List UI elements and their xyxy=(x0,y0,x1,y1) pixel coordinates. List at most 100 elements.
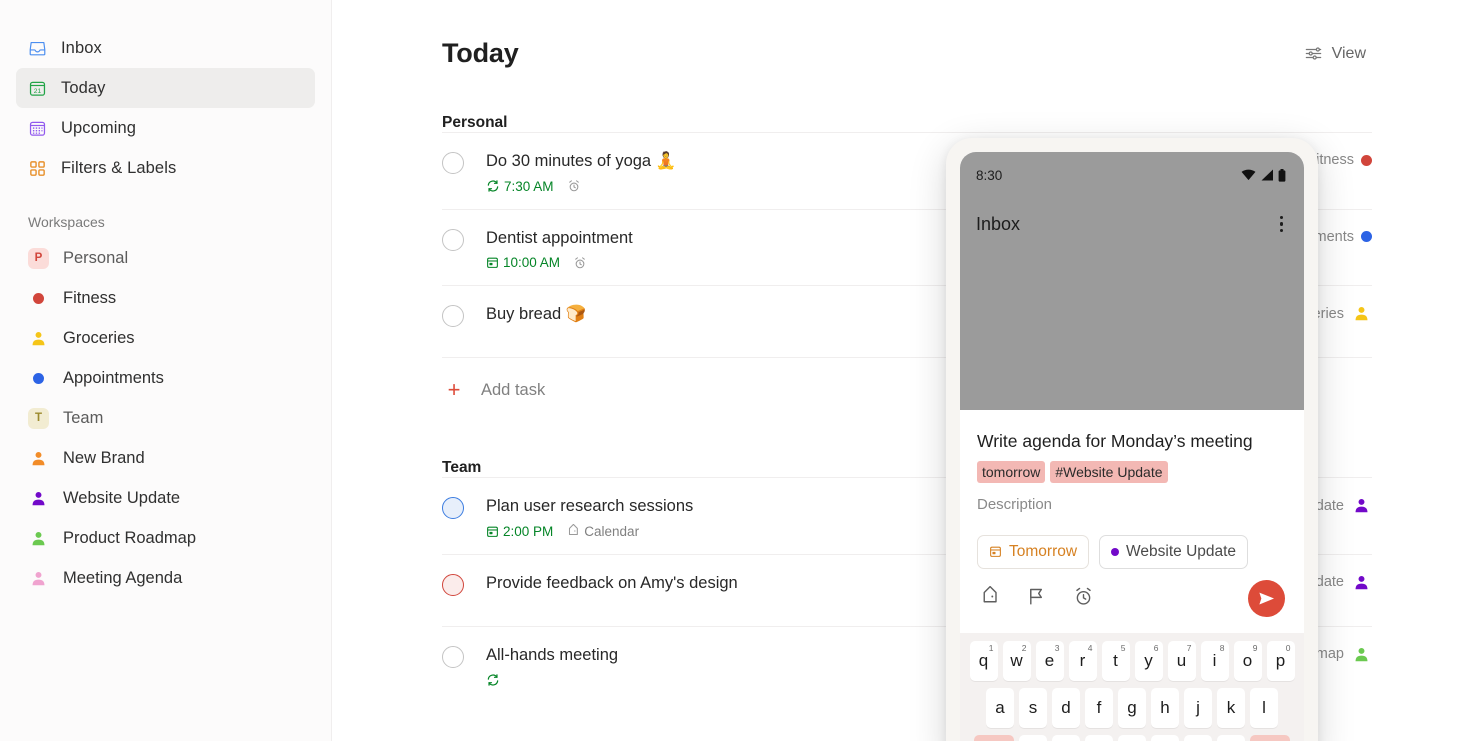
key-h[interactable]: h xyxy=(1151,688,1179,728)
signal-icon xyxy=(1261,169,1273,181)
phone-status-bar: 8:30 xyxy=(960,152,1304,198)
key-label: k xyxy=(1226,698,1236,717)
reminder-alarm-icon[interactable] xyxy=(1073,586,1094,607)
key-m[interactable]: m xyxy=(1217,735,1245,741)
key-f[interactable]: f xyxy=(1085,688,1113,728)
sidebar-item-upcoming[interactable]: Upcoming xyxy=(16,108,315,148)
calendar-icon xyxy=(487,257,498,269)
keyboard-row-3: ⇧ zxcvbnm ⌫ xyxy=(960,735,1304,741)
task-checkbox[interactable] xyxy=(442,152,464,174)
key-t[interactable]: 5t xyxy=(1101,641,1130,681)
task-checkbox[interactable] xyxy=(442,573,464,596)
key-w[interactable]: 2w xyxy=(1002,641,1031,681)
chip-date[interactable]: Tomorrow xyxy=(977,534,1090,569)
attribute-chips: Tomorrow Website Update xyxy=(977,534,1287,569)
person-icon xyxy=(1355,647,1368,662)
upcoming-calendar-icon xyxy=(29,121,46,136)
workspace-avatar: P xyxy=(28,247,49,269)
chip-project[interactable]: Website Update xyxy=(1099,534,1249,569)
overflow-menu-icon[interactable] xyxy=(1276,212,1288,237)
person-icon xyxy=(32,491,45,505)
task-group-title: Personal xyxy=(442,114,508,131)
on-screen-keyboard[interactable]: 1q2w3e4r5t6y7u8i9o0p asdfghjkl ⇧zxcvbnm⌫ xyxy=(960,633,1304,741)
sidebar-item-website-update[interactable]: Website Update xyxy=(16,478,315,518)
key-s[interactable]: s xyxy=(1019,688,1047,728)
sidebar-item-fitness[interactable]: Fitness xyxy=(16,278,315,318)
key-number-hint: 9 xyxy=(1252,643,1258,653)
key-c[interactable]: c xyxy=(1085,735,1113,741)
main-header: Today View xyxy=(442,38,1372,69)
key-number-hint: 1 xyxy=(988,643,994,653)
key-j[interactable]: j xyxy=(1184,688,1212,728)
key-k[interactable]: k xyxy=(1217,688,1245,728)
key-label: u xyxy=(1176,651,1187,670)
key-label: e xyxy=(1044,651,1055,670)
key-number-hint: 4 xyxy=(1087,643,1093,653)
app-root: Inbox 21 Today Upcoming Filters & Labels… xyxy=(0,0,1478,741)
sidebar-item-today[interactable]: 21 Today xyxy=(16,68,315,108)
parsed-tokens: tomorrow #Website Update xyxy=(977,460,1287,483)
key-o[interactable]: 9o xyxy=(1233,641,1262,681)
key-number-hint: 8 xyxy=(1219,643,1225,653)
key-backspace[interactable]: ⌫ xyxy=(1250,735,1290,741)
quick-add-task-title[interactable]: Write agenda for Monday’s meeting xyxy=(977,430,1287,453)
task-meta-item xyxy=(567,179,581,193)
sidebar-nav: Inbox 21 Today Upcoming Filters & Labels xyxy=(0,28,331,188)
key-g[interactable]: g xyxy=(1118,688,1146,728)
key-y[interactable]: 6y xyxy=(1134,641,1163,681)
sidebar-item-label: Website Update xyxy=(63,488,181,507)
key-number-hint: 7 xyxy=(1186,643,1192,653)
sidebar-item-label: Team xyxy=(63,408,104,427)
key-p[interactable]: 0p xyxy=(1266,641,1295,681)
person-icon xyxy=(1355,575,1368,590)
key-shift[interactable]: ⇧ xyxy=(974,735,1014,741)
phone-screen-header: Inbox xyxy=(960,198,1304,250)
quick-add-action-row xyxy=(977,579,1287,617)
project-dot-icon xyxy=(33,292,44,304)
plus-icon: + xyxy=(447,377,461,403)
sidebar-item-label: Appointments xyxy=(63,368,164,387)
alarm-icon xyxy=(568,180,579,192)
label-tag-icon[interactable] xyxy=(979,585,1000,607)
key-label: t xyxy=(1113,651,1118,670)
key-b[interactable]: b xyxy=(1151,735,1179,741)
parsed-token: #Website Update xyxy=(1050,460,1168,483)
key-r[interactable]: 4r xyxy=(1068,641,1097,681)
key-z[interactable]: z xyxy=(1019,735,1047,741)
key-e[interactable]: 3e xyxy=(1035,641,1064,681)
key-v[interactable]: v xyxy=(1118,735,1146,741)
task-checkbox[interactable] xyxy=(442,228,464,251)
sidebar-item-groceries[interactable]: Groceries xyxy=(16,318,315,358)
key-x[interactable]: x xyxy=(1052,735,1080,741)
sidebar-item-product-roadmap[interactable]: Product Roadmap xyxy=(16,518,315,558)
task-checkbox[interactable] xyxy=(442,645,464,668)
page-title: Today xyxy=(442,38,519,68)
key-i[interactable]: 8i xyxy=(1200,641,1229,681)
key-u[interactable]: 7u xyxy=(1167,641,1196,681)
priority-flag-icon[interactable] xyxy=(1026,586,1047,607)
person-icon xyxy=(32,331,45,345)
sidebar-item-team[interactable]: T Team xyxy=(16,398,315,438)
view-button[interactable]: View xyxy=(1298,40,1372,67)
task-checkbox[interactable] xyxy=(442,305,464,328)
key-label: o xyxy=(1242,651,1253,670)
sidebar-item-filters-labels[interactable]: Filters & Labels xyxy=(16,148,315,188)
send-button[interactable] xyxy=(1248,579,1285,617)
workspaces-section-label: Workspaces xyxy=(28,214,105,230)
add-task-label: Add task xyxy=(481,380,546,399)
sidebar-item-meeting-agenda[interactable]: Meeting Agenda xyxy=(16,558,315,598)
key-d[interactable]: d xyxy=(1052,688,1080,728)
sidebar-item-appointments[interactable]: Appointments xyxy=(16,358,315,398)
wifi-icon xyxy=(1241,169,1256,181)
sidebar-item-inbox[interactable]: Inbox xyxy=(16,28,315,68)
key-n[interactable]: n xyxy=(1184,735,1212,741)
sidebar-item-new-brand[interactable]: New Brand xyxy=(16,438,315,478)
key-q[interactable]: 1q xyxy=(969,641,998,681)
key-a[interactable]: a xyxy=(986,688,1014,728)
today-calendar-icon: 21 xyxy=(29,81,46,96)
sidebar-item-label: Personal xyxy=(63,248,129,267)
description-field[interactable]: Description xyxy=(977,496,1287,513)
task-checkbox[interactable] xyxy=(442,497,464,520)
sidebar-item-personal[interactable]: P Personal xyxy=(16,238,315,278)
key-l[interactable]: l xyxy=(1250,688,1278,728)
